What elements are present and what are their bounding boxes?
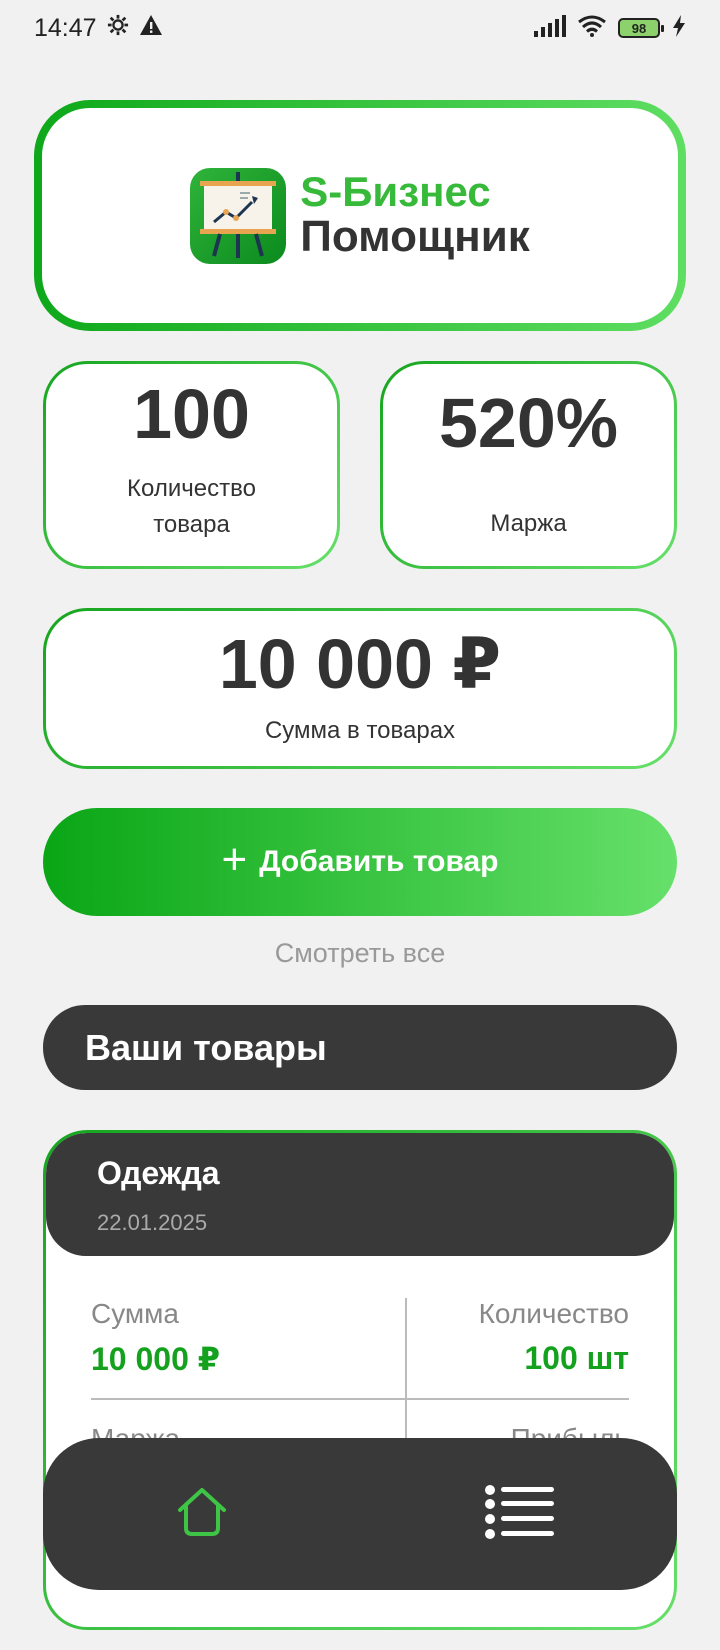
quantity-value: 100	[133, 375, 250, 453]
status-bar: 14:47 98	[0, 0, 720, 56]
quantity-label: Количество товара	[127, 475, 256, 538]
view-all-link[interactable]: Смотреть все	[0, 938, 720, 969]
logo-text: S-Бизнес Помощник	[300, 170, 530, 260]
status-right: 98	[534, 14, 686, 42]
section-title: Ваши товары	[43, 1005, 677, 1090]
status-left: 14:47	[34, 14, 163, 43]
home-icon	[174, 1484, 230, 1545]
sum-card-inner: 10 000 ₽ Сумма в товарах	[46, 611, 674, 766]
plus-icon: +	[221, 835, 248, 884]
bottom-navigation	[43, 1438, 677, 1590]
margin-value: 520%	[438, 384, 619, 462]
quantity-card: 100 Количество товара	[43, 361, 340, 569]
logo-inner: S-Бизнес Помощник	[42, 108, 678, 323]
nav-list-button[interactable]	[459, 1454, 579, 1574]
product-name: Одежда	[97, 1155, 220, 1191]
sum-label: Сумма в товарах	[264, 716, 456, 744]
signal-icon	[534, 14, 566, 42]
nav-home-button[interactable]	[142, 1454, 262, 1574]
sum-card: 10 000 ₽ Сумма в товарах	[43, 608, 677, 769]
product-sum-label: Сумма	[91, 1298, 179, 1329]
charging-icon	[672, 14, 686, 42]
battery-icon: 98	[618, 18, 664, 38]
gear-icon	[107, 14, 129, 43]
product-header: Одежда 22.01.2025	[46, 1133, 674, 1256]
margin-card-inner: 520% Маржа	[383, 364, 674, 566]
logo-subtitle: Помощник	[300, 212, 530, 262]
logo-brand: S-Бизнес	[300, 168, 491, 216]
horizontal-divider	[91, 1398, 629, 1400]
add-product-button[interactable]: + Добавить товар	[43, 808, 677, 916]
logo-card: S-Бизнес Помощник	[34, 100, 686, 331]
product-sum-block: Сумма 10 000 ₽	[91, 1298, 220, 1378]
warning-icon	[139, 14, 163, 43]
presentation-chart-icon	[190, 167, 287, 264]
margin-label: Маржа	[490, 510, 567, 537]
quantity-card-inner: 100 Количество товара	[46, 364, 337, 566]
product-qty-value: 100 шт	[524, 1340, 629, 1376]
status-time: 14:47	[34, 13, 97, 42]
margin-card: 520% Маржа	[380, 361, 677, 569]
product-qty-label: Количество	[478, 1298, 629, 1329]
list-icon	[484, 1484, 554, 1544]
sum-value: 10 000 ₽	[218, 624, 502, 703]
product-sum-value: 10 000 ₽	[91, 1341, 221, 1377]
product-date: 22.01.2025	[97, 1210, 208, 1235]
product-qty-block: Количество 100 шт	[479, 1298, 629, 1377]
add-product-label: Добавить товар	[259, 845, 499, 878]
wifi-icon	[578, 15, 606, 42]
